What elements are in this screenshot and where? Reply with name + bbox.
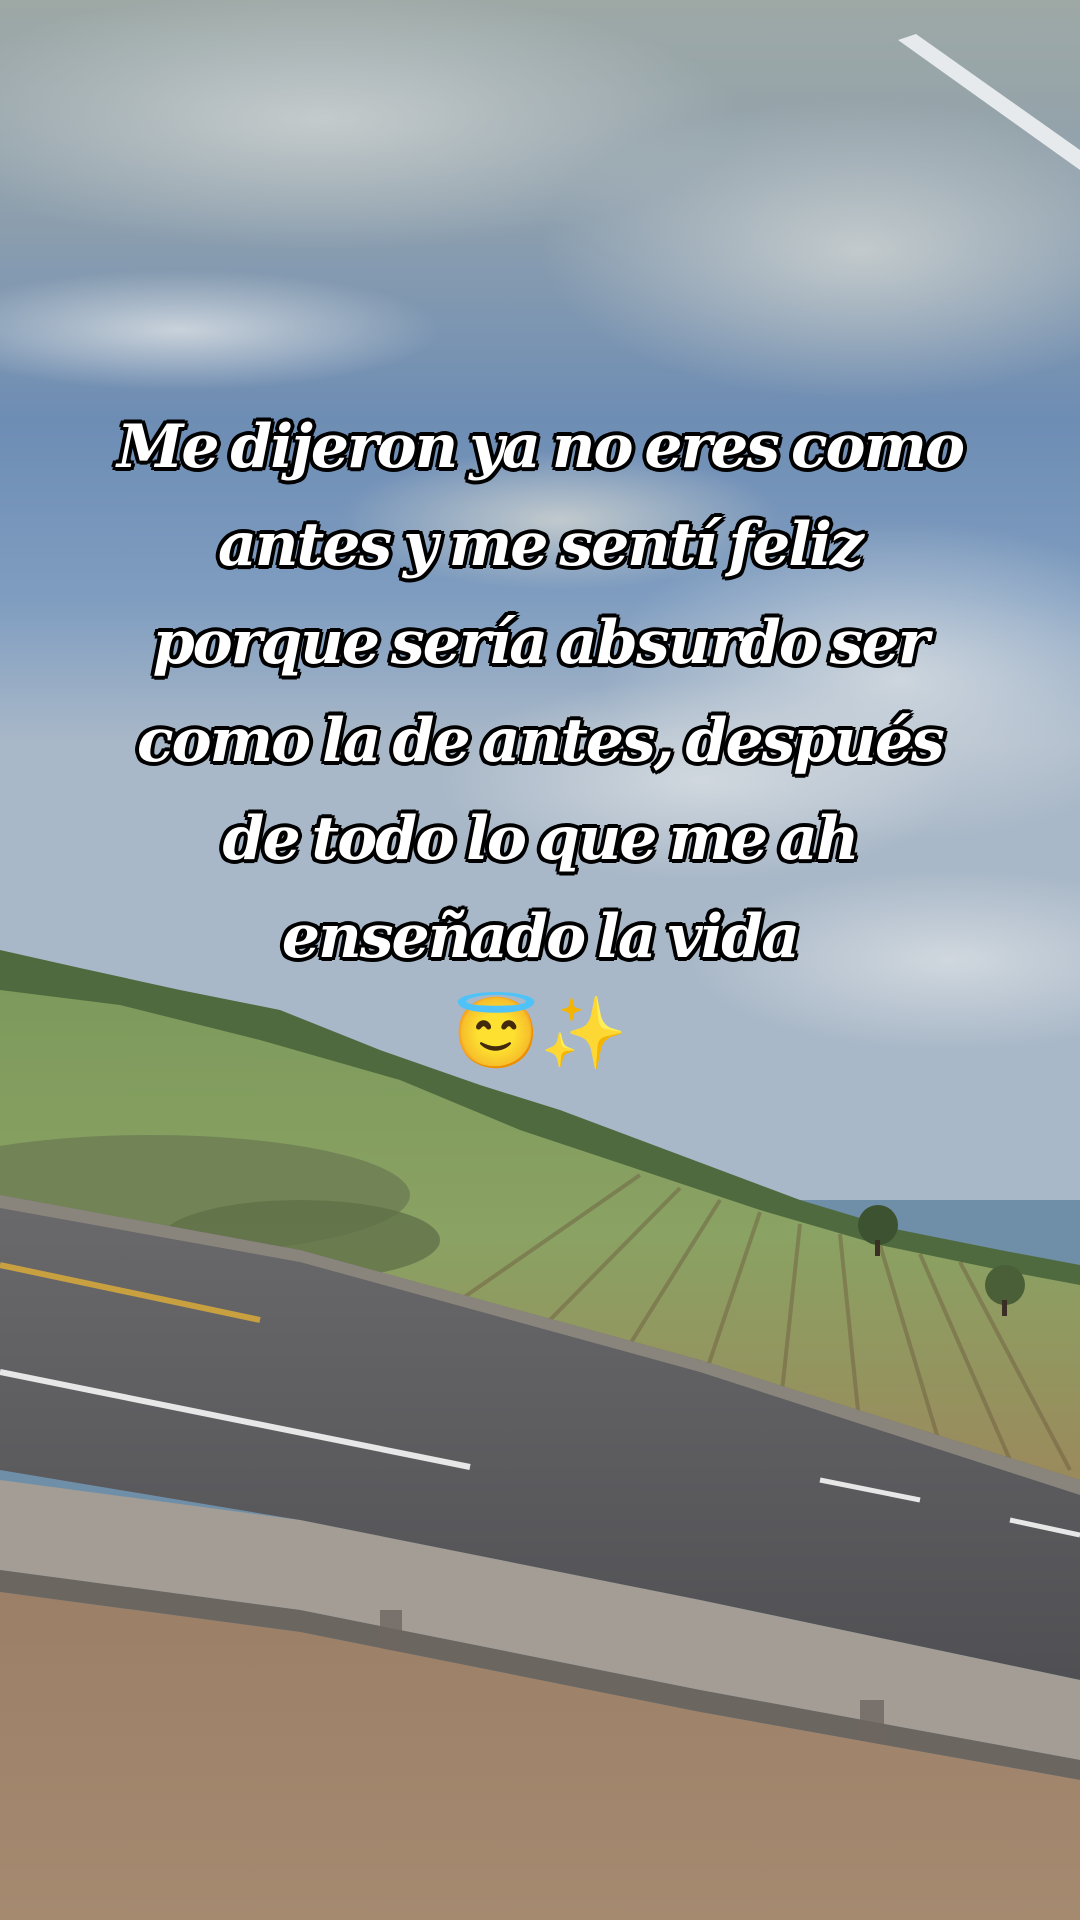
story-screen: Me dijeron ya no eres como antes y me se…: [0, 0, 1080, 1920]
tree: [858, 1205, 898, 1245]
story-caption: Me dijeron ya no eres como antes y me se…: [90, 398, 990, 1078]
tree: [985, 1265, 1025, 1305]
caption-line: antes y me sentí feliz: [218, 510, 864, 580]
caption-line: porque sería absurdo ser: [152, 608, 930, 678]
caption-line: enseñado la vida: [281, 902, 800, 972]
angel-sparkles-emoji: 😇✨: [452, 991, 628, 1074]
caption-line: de todo lo que me ah: [222, 804, 860, 874]
caption-line: Me dijeron ya no eres como: [116, 412, 965, 482]
caption-line: como la de antes, después: [137, 706, 945, 776]
tree-trunk: [875, 1240, 880, 1256]
tree-trunk: [1002, 1300, 1007, 1316]
